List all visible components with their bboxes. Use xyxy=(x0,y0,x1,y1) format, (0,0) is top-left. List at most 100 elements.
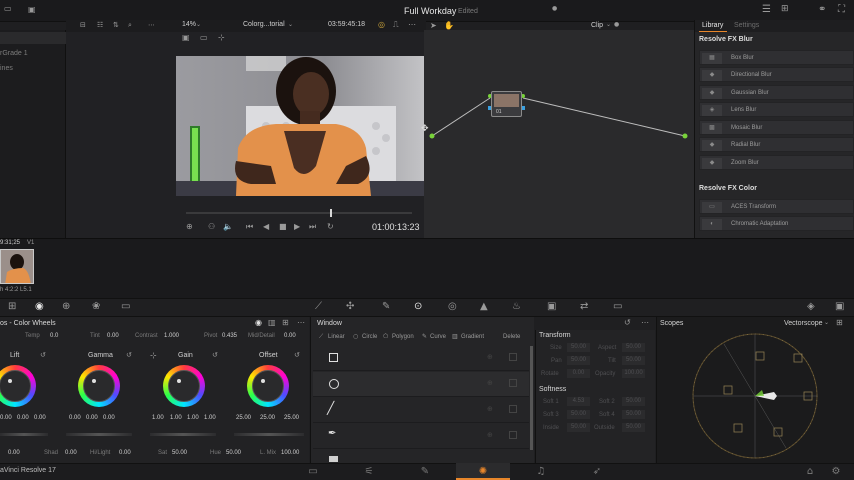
wheel-handle[interactable] xyxy=(92,379,96,383)
linear-icon[interactable]: ⟋ xyxy=(319,333,323,341)
offset-g[interactable]: 25.00 xyxy=(260,415,275,421)
highlight-mode-icon[interactable]: ⊹ xyxy=(218,33,225,42)
chevron-down-icon[interactable]: ⌄ xyxy=(824,319,829,326)
gamma-g[interactable]: 0.00 xyxy=(103,415,115,421)
shad-value[interactable]: 0.00 xyxy=(65,450,77,456)
keyframes-icon[interactable]: ◈ xyxy=(807,301,815,312)
delete-button[interactable]: Delete xyxy=(503,334,520,340)
aspect-value[interactable]: 50.00 xyxy=(622,343,645,352)
pointer-icon[interactable]: ➤ xyxy=(430,21,437,30)
wheel-handle[interactable] xyxy=(261,379,265,383)
outside-value[interactable]: 50.00 xyxy=(622,423,645,432)
circle-icon[interactable]: ○ xyxy=(353,333,358,340)
contrast-value[interactable]: 1.000 xyxy=(164,333,179,339)
search-icon[interactable]: ⌕ xyxy=(128,21,132,30)
reset-icon[interactable]: ↺ xyxy=(294,351,300,359)
more-options-icon[interactable]: ⋯ xyxy=(408,20,416,29)
size-value[interactable]: 50.00 xyxy=(567,343,590,352)
invert-icon[interactable]: ⊕ xyxy=(487,405,493,413)
playhead[interactable] xyxy=(330,209,332,217)
fx-item[interactable]: ◆ Radial Blur xyxy=(699,137,854,152)
loop-icon[interactable]: ⊕ xyxy=(186,222,193,231)
clip-mode-select[interactable]: Clip xyxy=(591,22,603,29)
color-wheels-icon[interactable]: ◉ xyxy=(35,301,44,312)
curves-icon[interactable]: ⟋ xyxy=(315,301,322,312)
soft3-value[interactable]: 50.00 xyxy=(567,410,590,419)
reset-icon[interactable]: ↺ xyxy=(40,351,46,359)
enable-checkbox[interactable] xyxy=(509,379,517,387)
hilight-value[interactable]: 0.00 xyxy=(119,450,131,456)
window-icon[interactable]: ⊙ xyxy=(414,301,422,312)
curve-icon[interactable]: ✎ xyxy=(422,333,427,340)
offset-b[interactable]: 25.00 xyxy=(284,415,299,421)
qualifier-icon[interactable]: ✎ xyxy=(382,301,390,312)
more-options-icon[interactable]: ⋯ xyxy=(297,318,305,327)
invert-icon[interactable]: ⊕ xyxy=(487,431,493,439)
lift-g[interactable]: 0.00 xyxy=(34,415,46,421)
key-icon[interactable]: ▣ xyxy=(547,301,556,312)
lift-r[interactable]: 0.00 xyxy=(17,415,29,421)
ab-compare-icon[interactable]: ⚇ xyxy=(208,222,215,231)
fx-item[interactable]: ◈ Lens Blur xyxy=(699,102,854,117)
soft4-value[interactable]: 50.00 xyxy=(622,410,645,419)
primaries-wheels-icon[interactable]: ◉ xyxy=(255,318,262,327)
scope-options-icon[interactable]: ⊞ xyxy=(836,318,843,327)
expand-icon[interactable]: ⛶ xyxy=(838,4,845,15)
color-warper-icon[interactable]: ✣ xyxy=(346,301,354,312)
middetail-value[interactable]: 0.00 xyxy=(284,333,296,339)
split-screen-icon[interactable]: ▭ xyxy=(200,33,208,42)
window-row-curve[interactable]: ✒ ⊕ xyxy=(313,424,529,449)
chevron-down-icon[interactable]: ⌄ xyxy=(288,21,293,28)
blur-icon[interactable]: ♨ xyxy=(512,301,521,312)
rgb-mixer-icon[interactable]: ❀ xyxy=(92,301,100,312)
fusion-page-icon[interactable]: ✎ xyxy=(398,463,452,480)
lift-y[interactable]: 0.00 xyxy=(0,415,12,421)
gain-wheel[interactable] xyxy=(163,365,205,407)
soft2-value[interactable]: 50.00 xyxy=(622,397,645,406)
timeline-name[interactable]: Colorg...torial xyxy=(243,21,285,28)
3d-icon[interactable]: ▭ xyxy=(613,301,622,312)
enable-checkbox[interactable] xyxy=(509,405,517,413)
tint-value[interactable]: 0.00 xyxy=(107,333,119,339)
tool-circle[interactable]: Circle xyxy=(362,334,377,340)
edit-page-icon[interactable]: ▭ xyxy=(286,463,340,480)
gallery-item[interactable]: ines xyxy=(0,65,13,72)
tool-polygon[interactable]: Polygon xyxy=(392,334,414,340)
home-icon[interactable]: ⌂ xyxy=(800,463,820,480)
first-param-value[interactable]: 0.00 xyxy=(8,450,20,456)
polygon-icon[interactable]: ⬠ xyxy=(383,333,388,340)
pivot-value[interactable]: 0.435 xyxy=(222,333,237,339)
gain-g[interactable]: 1.00 xyxy=(187,415,199,421)
window-scrollbar[interactable] xyxy=(530,346,533,450)
sort-icon[interactable]: ⇅ xyxy=(113,21,119,29)
offset-master-slider[interactable] xyxy=(234,433,304,436)
tool-curve[interactable]: Curve xyxy=(430,334,446,340)
hue-value[interactable]: 50.00 xyxy=(226,450,241,456)
reset-icon[interactable]: ↺ xyxy=(624,318,631,327)
tilt-value[interactable]: 50.00 xyxy=(622,356,645,365)
gain-master-slider[interactable] xyxy=(150,433,216,436)
play-reverse-icon[interactable]: ◀ xyxy=(263,222,269,231)
wheel-handle[interactable] xyxy=(8,379,12,383)
more-options-icon[interactable]: ⋯ xyxy=(641,318,649,327)
list-icon[interactable]: ☷ xyxy=(97,21,103,29)
cut-page-icon[interactable]: ⚟ xyxy=(342,463,396,480)
chevron-down-icon[interactable]: ⌄ xyxy=(606,21,611,28)
project-settings-icon[interactable]: ⚙ xyxy=(826,463,846,480)
split-icon[interactable]: ⎍ xyxy=(393,20,399,30)
gradient-icon[interactable]: ▥ xyxy=(452,333,458,340)
gain-y[interactable]: 1.00 xyxy=(152,415,164,421)
skip-forward-icon[interactable]: ⏭ xyxy=(309,222,316,232)
hand-icon[interactable]: ✋ xyxy=(444,21,454,30)
fx-item[interactable]: ◆ Zoom Blur xyxy=(699,155,854,170)
volume-icon[interactable]: 🔈 xyxy=(223,222,233,231)
picker-icon[interactable]: ⊹ xyxy=(150,351,157,360)
tool-linear[interactable]: Linear xyxy=(328,334,345,340)
lift-master-slider[interactable] xyxy=(0,433,48,436)
scrubber-track[interactable] xyxy=(186,212,412,214)
gamma-master-slider[interactable] xyxy=(66,433,132,436)
gallery-item[interactable]: rGrade 1 xyxy=(0,50,28,57)
gain-b[interactable]: 1.00 xyxy=(204,415,216,421)
clip-thumbnail[interactable] xyxy=(0,249,34,284)
highlight-icon[interactable]: ◎ xyxy=(378,20,385,29)
